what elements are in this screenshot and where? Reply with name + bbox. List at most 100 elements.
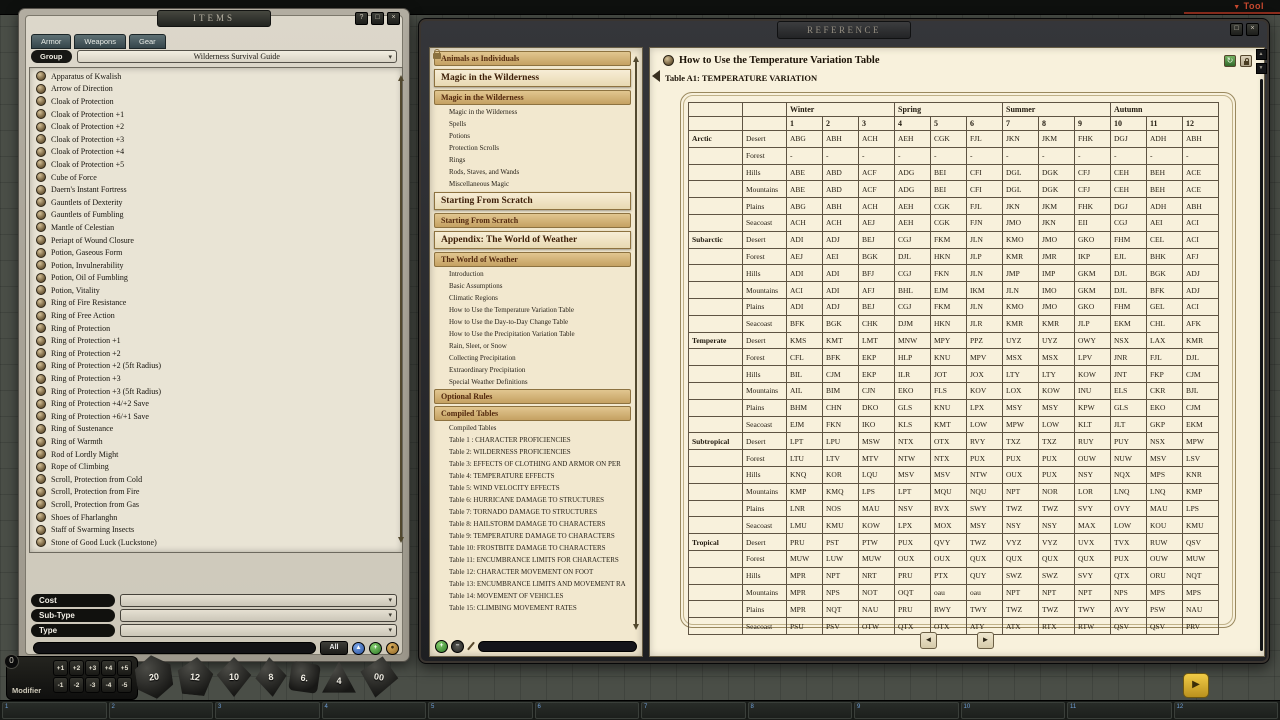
index-entry-link[interactable]: Table 1 : CHARACTER PROFICIENCIES — [432, 434, 633, 446]
modifier-button-plus2[interactable]: +2 — [69, 660, 84, 676]
hotbar-slot[interactable]: 2 — [109, 702, 214, 719]
page-scrollbar[interactable]: ▲ ▼ — [1256, 49, 1266, 651]
hotbar-slot[interactable]: 5 — [428, 702, 533, 719]
index-entry-link[interactable]: Rain, Sleet, or Snow — [432, 340, 633, 352]
list-item[interactable]: Gauntlets of Fumbling — [30, 209, 402, 222]
d4-die[interactable]: 4 — [321, 660, 357, 694]
group-select[interactable]: Wilderness Survival Guide ▾ — [77, 50, 398, 63]
index-entry-link[interactable]: Table 8: HAILSTORM DAMAGE TO CHARACTERS — [432, 518, 633, 530]
list-item[interactable]: Scroll, Protection from Gas — [30, 498, 402, 511]
next-page-button[interactable]: ► — [977, 632, 994, 649]
index-entry-section[interactable]: Starting From Scratch — [434, 213, 631, 228]
index-scrollbar[interactable] — [632, 56, 640, 630]
list-item[interactable]: Ring of Protection +4/+2 Save — [30, 397, 402, 410]
hotbar-slot[interactable]: 12 — [1174, 702, 1279, 719]
list-item[interactable]: Cloak of Protection +3 — [30, 133, 402, 146]
index-entry-link[interactable]: Introduction — [432, 268, 633, 280]
previous-page-button[interactable]: ◄ — [920, 632, 937, 649]
list-item[interactable]: Ring of Sustenance — [30, 423, 402, 436]
index-entry-link[interactable]: Table 6: HURRICANE DAMAGE TO STRUCTURES — [432, 494, 633, 506]
index-entry-section[interactable]: Optional Rules — [434, 389, 631, 404]
filter-field-type[interactable]: ▾ — [120, 624, 397, 637]
modifier-button-minus2[interactable]: -2 — [69, 677, 84, 693]
filter-field-cost[interactable]: ▾ — [120, 594, 397, 607]
list-item[interactable]: Scroll, Protection from Cold — [30, 473, 402, 486]
list-item[interactable]: Scroll, Protection from Fire — [30, 486, 402, 499]
d6-die[interactable]: 6. — [288, 661, 321, 694]
list-item[interactable]: Potion, Invulnerability — [30, 259, 402, 272]
list-item[interactable]: Cloak of Protection +4 — [30, 146, 402, 159]
list-item[interactable]: Stone of Good Luck (Luckstone) — [30, 536, 402, 549]
index-entry-link[interactable]: Basic Assumptions — [432, 280, 633, 292]
index-entry-link[interactable]: Climatic Regions — [432, 292, 633, 304]
list-item[interactable]: Ring of Protection +6/+1 Save — [30, 410, 402, 423]
index-entry-link[interactable]: Protection Scrolls — [432, 142, 633, 154]
remove-button[interactable]: − — [451, 640, 464, 653]
collapse-index-button[interactable] — [652, 70, 660, 82]
index-entry-section[interactable]: Animals as Individuals — [434, 51, 631, 66]
list-item[interactable]: Potion, Oil of Fumbling — [30, 272, 402, 285]
modifier-button-plus5[interactable]: +5 — [117, 660, 132, 676]
d100-die[interactable]: 00 — [356, 653, 403, 701]
items-window-title[interactable]: ITEMS — [157, 10, 271, 27]
pencil-icon[interactable] — [467, 642, 475, 651]
list-item[interactable]: Ring of Protection +3 (5ft Radius) — [30, 385, 402, 398]
list-item[interactable]: Gauntlets of Dexterity — [30, 196, 402, 209]
start-combat-button[interactable]: ▶ — [1183, 673, 1209, 698]
modifier-button-minus5[interactable]: -5 — [117, 677, 132, 693]
list-item[interactable]: Shoes of Fharlanghn — [30, 511, 402, 524]
index-entry-link[interactable]: Table 3: EFFECTS OF CLOTHING AND ARMOR O… — [432, 458, 633, 470]
index-entry-link[interactable]: Special Weather Definitions — [432, 376, 633, 388]
index-entry-link[interactable]: Compiled Tables — [432, 422, 633, 434]
index-search-input[interactable] — [478, 641, 637, 652]
hotbar-slot[interactable]: 11 — [1067, 702, 1172, 719]
minimize-button[interactable]: □ — [1230, 23, 1243, 36]
index-entry-link[interactable]: Table 2: WILDERNESS PROFICIENCIES — [432, 446, 633, 458]
hotbar-slot[interactable]: 7 — [641, 702, 746, 719]
index-entry-link[interactable]: Table 4: TEMPERATURE EFFECTS — [432, 470, 633, 482]
d12-die[interactable]: 12 — [174, 655, 216, 699]
list-item[interactable]: Cloak of Protection — [30, 95, 402, 108]
tab-armor[interactable]: Armor — [31, 34, 71, 49]
index-entry-link[interactable]: Rods, Staves, and Wands — [432, 166, 633, 178]
list-item[interactable]: Ring of Protection +2 — [30, 347, 402, 360]
d10-die[interactable]: 10 — [216, 657, 252, 697]
index-entry-section[interactable]: Compiled Tables — [434, 406, 631, 421]
close-button[interactable]: × — [1246, 23, 1259, 36]
index-entry-link[interactable]: Table 7: TORNADO DAMAGE TO STRUCTURES — [432, 506, 633, 518]
index-entry-chapter[interactable]: Magic in the Wilderness — [434, 69, 631, 87]
index-entry-section[interactable]: Magic in the Wilderness — [434, 90, 631, 105]
minimize-button[interactable]: □ — [371, 12, 384, 25]
add-button[interactable]: + — [435, 640, 448, 653]
hotbar-slot[interactable]: 3 — [215, 702, 320, 719]
index-entry-link[interactable]: Miscellaneous Magic — [432, 178, 633, 190]
filter-field-subtype[interactable]: ▾ — [120, 609, 397, 622]
index-entry-link[interactable]: Extraordinary Precipitation — [432, 364, 633, 376]
hotbar-slot[interactable]: 8 — [748, 702, 853, 719]
tool-menu[interactable]: ▼Tool — [1233, 1, 1264, 11]
items-scrollbar[interactable] — [397, 75, 405, 543]
modifier-button-plus4[interactable]: +4 — [101, 660, 116, 676]
index-entry-link[interactable]: Table 15: CLIMBING MOVEMENT RATES — [432, 602, 633, 614]
tab-weapons[interactable]: Weapons — [74, 34, 126, 49]
list-item[interactable]: Arrow of Direction — [30, 83, 402, 96]
hotbar-slot[interactable]: 1 — [2, 702, 107, 719]
index-entry-link[interactable]: How to Use the Precipitation Variation T… — [432, 328, 633, 340]
list-item[interactable]: Cloak of Protection +5 — [30, 158, 402, 171]
index-entry-link[interactable]: Table 5: WIND VELOCITY EFFECTS — [432, 482, 633, 494]
index-entry-link[interactable]: Table 12: CHARACTER MOVEMENT ON FOOT — [432, 566, 633, 578]
list-item[interactable]: Ring of Protection +1 — [30, 334, 402, 347]
index-entry-link[interactable]: Table 14: MOVEMENT OF VEHICLES — [432, 590, 633, 602]
list-item[interactable]: Daern's Instant Fortress — [30, 183, 402, 196]
list-item[interactable]: Ring of Protection +2 (5ft Radius) — [30, 360, 402, 373]
modifier-button-minus4[interactable]: -4 — [101, 677, 116, 693]
list-item[interactable]: Potion, Vitality — [30, 284, 402, 297]
index-entry-link[interactable]: Magic in the Wilderness — [432, 106, 633, 118]
index-entry-chapter[interactable]: Appendix: The World of Weather — [434, 231, 631, 249]
index-entry-link[interactable]: Table 10: FROSTBITE DAMAGE TO CHARACTERS — [432, 542, 633, 554]
hotbar-slot[interactable]: 6 — [535, 702, 640, 719]
modifier-button-minus1[interactable]: -1 — [53, 677, 68, 693]
list-item[interactable]: Cloak of Protection +1 — [30, 108, 402, 121]
index-entry-link[interactable]: Table 11: ENCUMBRANCE LIMITS FOR CHARACT… — [432, 554, 633, 566]
hotbar-slot[interactable]: 4 — [322, 702, 427, 719]
